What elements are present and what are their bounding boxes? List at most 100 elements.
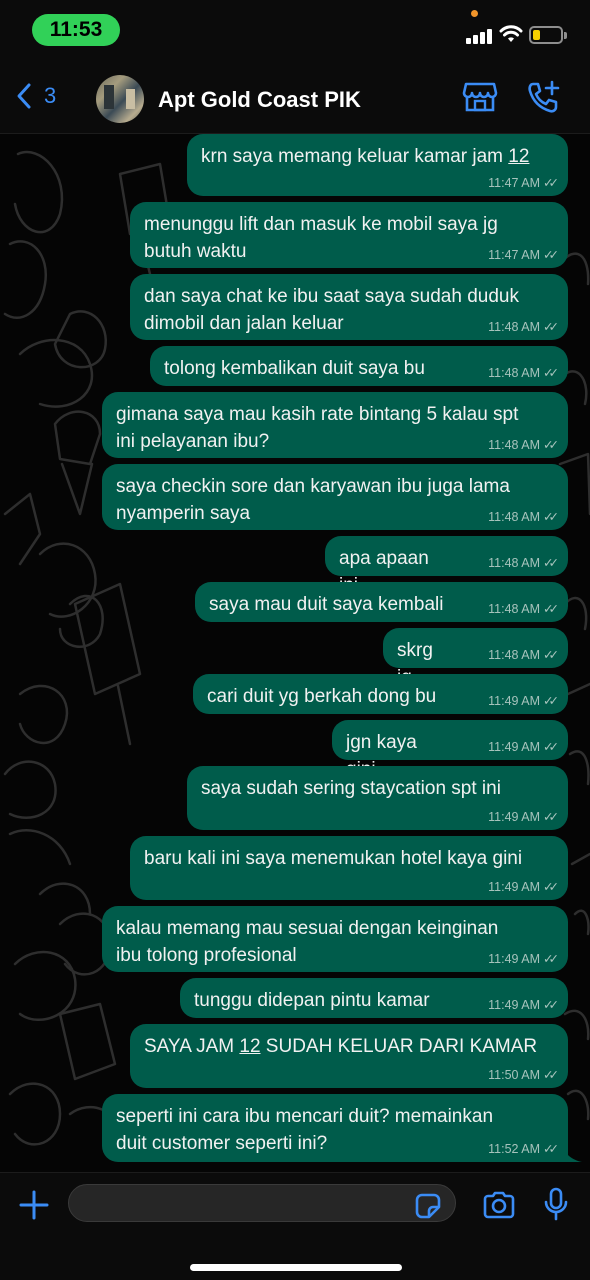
message-bubble[interactable]: baru kali ini saya menemukan hotel kaya … [130, 836, 568, 900]
time-link[interactable]: 12 [508, 146, 529, 167]
message-meta: 11:48 AM ✓✓ [488, 601, 559, 616]
message-time: 11:49 AM [488, 810, 541, 824]
message-time: 11:48 AM [488, 556, 541, 570]
camera-icon[interactable] [482, 1191, 516, 1219]
add-call-icon[interactable] [525, 80, 561, 116]
message-meta: 11:48 AM ✓✓ [488, 647, 559, 662]
contact-name[interactable]: Apt Gold Coast PIK [158, 87, 361, 113]
message-bubble[interactable]: jgn kaya gini 11:49 AM✓✓ [332, 720, 568, 780]
read-ticks-icon: ✓✓ [543, 366, 559, 380]
message-time: 11:48 AM [488, 602, 541, 616]
message-time: 11:49 AM [488, 952, 541, 966]
read-ticks-icon: ✓✓ [543, 438, 559, 452]
message-bubble[interactable]: kalau memang mau sesuai dengan keinginan… [102, 906, 568, 972]
read-ticks-icon: ✓✓ [543, 880, 559, 894]
read-ticks-icon: ✓✓ [543, 556, 559, 570]
message-meta: 11:48 AM ✓✓ [488, 437, 559, 452]
read-ticks-icon: ✓✓ [543, 810, 559, 824]
message-meta: 11:49 AM ✓✓ [488, 693, 559, 708]
message-text: cari duit yg berkah dong bu [207, 686, 437, 707]
message-text: saya sudah sering staycation spt ini [201, 778, 501, 799]
wifi-icon [499, 25, 523, 42]
read-ticks-icon: ✓✓ [543, 248, 559, 262]
message-input[interactable] [68, 1184, 456, 1222]
message-meta: 11:48 AM ✓✓ [488, 555, 559, 570]
message-time: 11:49 AM [488, 998, 541, 1012]
message-bubble[interactable]: SAYA JAM 12 SUDAH KELUAR DARI KAMAR 11:5… [130, 1024, 568, 1088]
message-meta: 11:49 AM ✓✓ [488, 739, 559, 754]
status-time: 11:53 [32, 14, 120, 46]
message-bubble[interactable]: tunggu didepan pintu kamar 11:49 AM ✓✓ [180, 978, 568, 1018]
message-time: 11:48 AM [488, 648, 541, 662]
message-time: 11:49 AM [488, 740, 541, 754]
message-bubble[interactable]: apa apaan ini 11:48 AM✓✓ [325, 536, 568, 596]
message-meta: 11:52 AM ✓✓ [488, 1141, 559, 1156]
chat-messages-area[interactable]: krn saya memang keluar kamar jam 12 11:4… [0, 134, 590, 1172]
message-bubble[interactable]: dan saya chat ke ibu saat saya sudah dud… [130, 274, 568, 340]
message-bubble[interactable]: gimana saya mau kasih rate bintang 5 kal… [102, 392, 568, 458]
store-icon[interactable] [462, 80, 498, 114]
message-text: tunggu didepan pintu kamar [194, 990, 430, 1011]
read-ticks-icon: ✓✓ [543, 694, 559, 708]
message-bubble[interactable]: seperti ini cara ibu mencari duit? memai… [102, 1094, 568, 1162]
read-ticks-icon: ✓✓ [543, 602, 559, 616]
status-bar: 11:53 [0, 0, 590, 62]
message-bubble[interactable]: saya mau duit saya kembali 11:48 AM ✓✓ [195, 582, 568, 622]
bubble-tail [560, 1142, 582, 1162]
time-link[interactable]: 12 [239, 1036, 260, 1057]
message-bubble[interactable]: saya checkin sore dan karyawan ibu juga … [102, 464, 568, 530]
battery-icon [529, 26, 567, 44]
message-meta: 11:48 AM ✓✓ [488, 509, 559, 524]
message-time: 11:48 AM [488, 320, 541, 334]
chevron-left-icon [17, 83, 31, 109]
message-meta: 11:48 AM ✓✓ [488, 319, 559, 334]
message-time: 11:47 AM [488, 176, 541, 190]
message-meta: 11:49 AM ✓✓ [488, 951, 559, 966]
read-ticks-icon: ✓✓ [543, 998, 559, 1012]
read-ticks-icon: ✓✓ [543, 1142, 559, 1156]
read-ticks-icon: ✓✓ [543, 510, 559, 524]
message-text-part: SAYA JAM [144, 1036, 240, 1057]
read-ticks-icon: ✓✓ [543, 1068, 559, 1082]
message-bubble[interactable]: saya sudah sering staycation spt ini 11:… [187, 766, 568, 830]
plus-icon[interactable] [18, 1189, 50, 1221]
privacy-indicator-dot [471, 10, 478, 17]
cellular-signal-icon [466, 28, 494, 44]
microphone-icon[interactable] [543, 1187, 569, 1221]
message-meta: 11:49 AM ✓✓ [488, 997, 559, 1012]
message-meta: 11:49 AM ✓✓ [488, 879, 559, 894]
message-meta: 11:49 AM ✓✓ [488, 809, 559, 824]
message-meta: 11:50 AM ✓✓ [488, 1067, 559, 1082]
message-meta: 11:48 AM ✓✓ [488, 365, 559, 380]
message-time: 11:52 AM [488, 1142, 541, 1156]
read-ticks-icon: ✓✓ [543, 648, 559, 662]
message-bubble[interactable]: tolong kembalikan duit saya bu 11:48 AM ✓… [150, 346, 568, 386]
message-text-part: krn saya memang keluar kamar jam [201, 146, 509, 167]
message-meta: 11:47 AM ✓✓ [488, 247, 559, 262]
message-text: tolong kembalikan duit saya bu [164, 358, 425, 379]
message-text: SAYA JAM 12 SUDAH KELUAR DARI KAMAR [144, 1033, 554, 1060]
message-text: krn saya memang keluar kamar jam 12 [201, 143, 554, 170]
sticker-icon[interactable] [414, 1192, 442, 1220]
message-bubble[interactable]: menunggu lift dan masuk ke mobil saya jg… [130, 202, 568, 268]
message-text-part: SUDAH KELUAR DARI KAMAR [260, 1036, 538, 1057]
home-indicator[interactable] [190, 1264, 402, 1271]
read-ticks-icon: ✓✓ [543, 176, 559, 190]
message-text: baru kali ini saya menemukan hotel kaya … [144, 848, 523, 869]
message-input-bar [0, 1172, 590, 1280]
message-bubble[interactable]: krn saya memang keluar kamar jam 12 11:4… [187, 134, 568, 196]
read-ticks-icon: ✓✓ [543, 952, 559, 966]
contact-avatar[interactable] [96, 75, 144, 123]
message-time: 11:50 AM [488, 1068, 541, 1082]
read-ticks-icon: ✓✓ [543, 320, 559, 334]
message-time: 11:49 AM [488, 880, 541, 894]
message-time: 11:48 AM [488, 438, 541, 452]
message-time: 11:48 AM [488, 510, 541, 524]
message-bubble[interactable]: cari duit yg berkah dong bu 11:49 AM ✓✓ [193, 674, 568, 714]
chat-header: 3 Apt Gold Coast PIK [0, 62, 590, 134]
read-ticks-icon: ✓✓ [543, 740, 559, 754]
back-button[interactable]: 3 [16, 82, 56, 110]
message-meta: 11:47 AM ✓✓ [488, 175, 559, 190]
message-time: 11:48 AM [488, 366, 541, 380]
message-bubble[interactable]: skrg jg 11:48 AM✓✓ [383, 628, 568, 688]
